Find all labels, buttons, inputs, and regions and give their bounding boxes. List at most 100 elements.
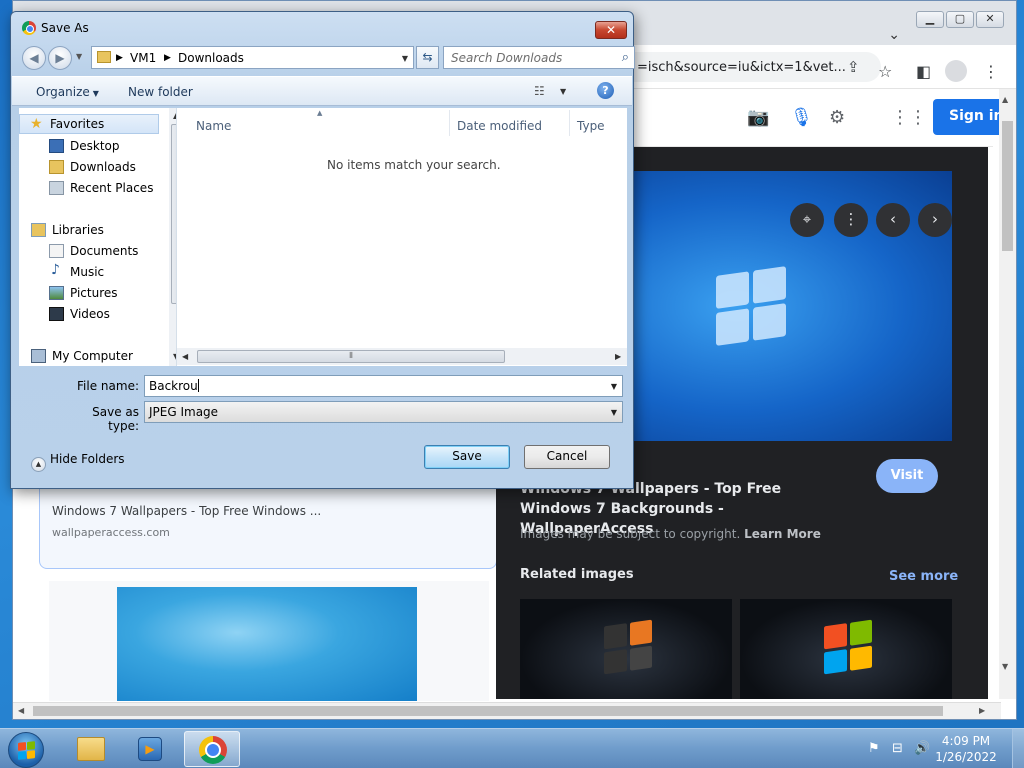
organize-label[interactable]: Organize [36,85,90,99]
lens-settings-icon[interactable]: ⚙ [829,107,845,128]
collapse-chevron-icon[interactable]: ▲ [31,457,46,472]
scroll-right-arrow-icon[interactable]: ▶ [615,352,621,361]
organize-dropdown-icon[interactable]: ▼ [93,89,99,98]
recent-locations-chevron-icon[interactable]: ▼ [76,52,82,61]
column-header-type[interactable]: Type [577,119,605,133]
back-arrow-icon[interactable]: ◀ [22,46,46,70]
file-name-dropdown-icon[interactable]: ▼ [611,382,617,391]
scrollbar-thumb[interactable]: ⦀ [197,350,505,363]
taskbar-explorer[interactable] [62,731,118,767]
breadcrumb-separator-icon[interactable]: ▶ [164,53,171,63]
forward-arrow-icon[interactable]: ▶ [48,46,72,70]
nav-pane-scrollbar[interactable]: ▲ ▼ [169,108,176,366]
help-icon[interactable]: ? [597,82,614,99]
profile-avatar[interactable] [945,60,967,82]
breadcrumb-vm1[interactable]: VM1 [130,51,156,65]
address-breadcrumb[interactable]: ▶ VM1 ▶ Downloads ▼ [91,46,414,69]
scroll-left-arrow-icon[interactable]: ◀ [18,706,24,715]
windows-logo-image [604,619,652,675]
tab-search-chevron-icon[interactable]: ⌄ [888,27,900,43]
breadcrumb-separator-icon[interactable]: ▶ [116,53,123,63]
cancel-button[interactable]: Cancel [524,445,610,469]
refresh-icon[interactable]: ⇆ [416,46,439,69]
search-placeholder[interactable]: Search Downloads [451,51,562,65]
camera-search-icon[interactable]: 📷 [747,107,769,128]
scroll-up-arrow-icon[interactable]: ▲ [1002,95,1008,104]
save-as-type-select[interactable]: JPEG Image ▼ [144,401,623,423]
related-image[interactable] [740,599,952,699]
see-more-link[interactable]: See more [889,569,958,584]
organize-menu[interactable]: Organize ▼ [36,85,99,99]
file-name-text[interactable]: Backrou [149,379,198,393]
result-thumbnail[interactable] [117,587,417,701]
dialog-close-button[interactable]: ✕ [595,21,627,39]
hide-folders-toggle[interactable]: ▲ Hide Folders [31,452,125,472]
show-desktop-button[interactable] [1012,729,1024,768]
hide-folders-label[interactable]: Hide Folders [50,452,125,466]
result-item[interactable] [49,581,489,701]
taskbar-chrome[interactable] [184,731,240,767]
related-image[interactable] [520,599,732,699]
scrollbar-thumb[interactable] [1002,121,1013,251]
action-center-flag-icon[interactable]: ⚑ [868,741,880,756]
scroll-left-arrow-icon[interactable]: ◀ [182,352,188,361]
page-vertical-scrollbar[interactable]: ▲ ▼ [999,89,1016,699]
share-icon[interactable]: ⇪ [847,58,860,76]
bookmark-star-icon[interactable]: ☆ [878,62,892,81]
save-button[interactable]: Save [424,445,510,469]
previous-icon[interactable]: ‹ [876,203,910,237]
taskbar: ▶ ⚑ ⊟ 🔊 4:09 PM 1/26/2022 [0,728,1024,768]
file-name-input[interactable]: Backrou ▼ [144,375,623,397]
page-horizontal-scrollbar[interactable]: ◀ ▶ [13,702,1001,719]
views-icon[interactable]: ☷ [534,84,545,98]
dialog-titlebar[interactable]: Save As ✕ [11,12,633,42]
views-dropdown-icon[interactable]: ▼ [560,87,566,96]
search-input[interactable]: Search Downloads ⌕ [443,46,635,69]
learn-more-link[interactable]: Learn More [744,527,821,541]
next-icon[interactable]: › [918,203,952,237]
column-header-name[interactable]: Name [196,119,231,133]
new-folder-button[interactable]: New folder [128,85,193,99]
music-icon: ♪ [51,262,60,278]
navigation-pane: ★ Favorites Desktop Downloads Recent Pla… [19,108,177,366]
scrollbar-thumb[interactable] [33,706,943,716]
close-window-button[interactable]: ✕ [976,11,1004,28]
apps-grid-icon[interactable]: ⋮⋮ [891,107,927,128]
breadcrumb-downloads[interactable]: Downloads [178,51,244,65]
network-icon[interactable]: ⊟ [892,741,903,756]
column-header-date-modified[interactable]: Date modified [457,119,542,133]
nav-label: Documents [70,244,139,258]
save-as-type-value[interactable]: JPEG Image [149,405,218,419]
search-icon[interactable]: ⌕ [622,50,629,65]
maximize-button[interactable]: ▢ [946,11,974,28]
volume-icon[interactable]: 🔊 [914,741,930,756]
scroll-down-arrow-icon[interactable]: ▼ [1002,662,1008,671]
file-name-value[interactable]: Backrou [149,379,199,393]
microphone-icon[interactable]: 🎙 [790,107,813,128]
scroll-right-arrow-icon[interactable]: ▶ [979,706,985,715]
side-panel-icon[interactable]: ◧ [916,62,931,81]
result-title[interactable]: Windows 7 Wallpapers - Top Free Windows … [52,504,321,518]
clock-date[interactable]: 1/26/2022 [930,750,1002,764]
minimize-button[interactable]: ▁ [916,11,944,28]
dialog-title: Save As [41,21,89,35]
address-dropdown-icon[interactable]: ▼ [402,54,408,63]
save-as-type-dropdown-icon[interactable]: ▼ [611,408,617,417]
command-bar: Organize ▼ New folder ☷ ▼ ? [12,76,632,106]
pictures-icon [49,286,64,300]
taskbar-media-player[interactable]: ▶ [122,731,178,767]
file-list-horizontal-scrollbar[interactable]: ◀ ⦀ ▶ [177,348,627,365]
lens-icon[interactable]: ⌖ [790,203,824,237]
nav-item-favorites[interactable]: ★ Favorites [19,114,159,134]
column-divider[interactable] [569,110,570,136]
save-as-type-label: Save as type: [92,405,139,433]
url-text[interactable]: =isch&source=iu&ictx=1&vet... [637,60,846,75]
visit-button[interactable]: Visit [876,459,938,493]
clock-time[interactable]: 4:09 PM [930,734,1002,748]
more-options-icon[interactable]: ⋮ [834,203,868,237]
more-menu-icon[interactable]: ⋮ [983,62,999,81]
sign-in-button[interactable]: Sign in [933,99,1005,135]
window-controls: ▁ ▢ ✕ [916,11,1004,28]
column-divider[interactable] [449,110,450,136]
start-button[interactable] [8,732,44,768]
